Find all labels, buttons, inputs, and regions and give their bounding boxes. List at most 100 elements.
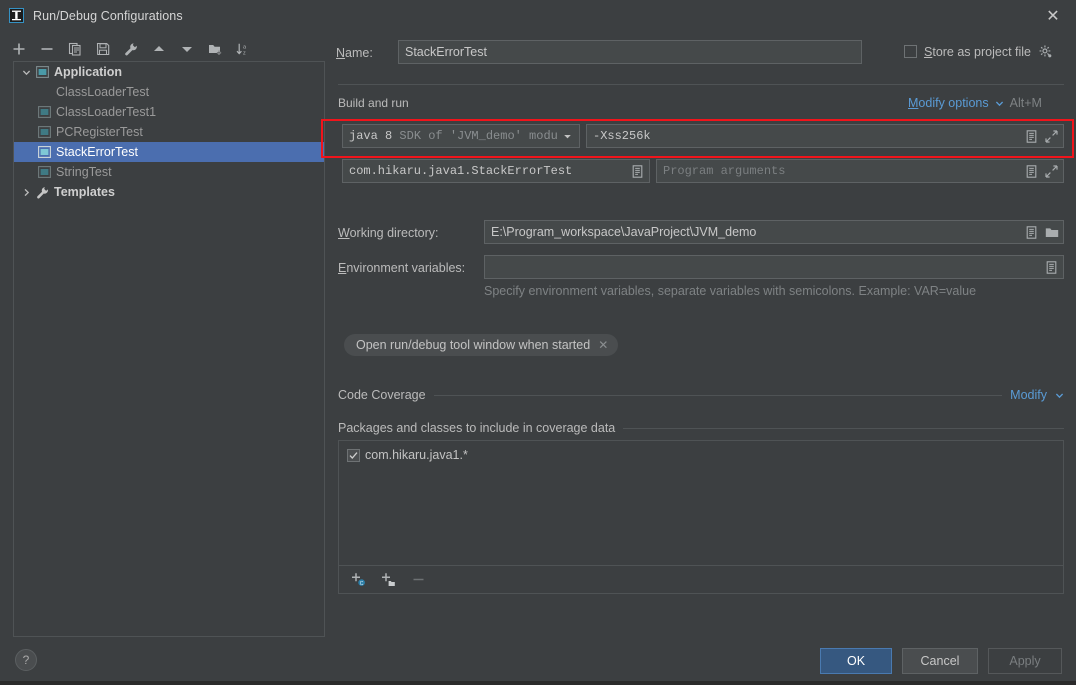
application-icon [36,164,52,180]
window-bottom-edge [0,681,1076,685]
ok-button[interactable]: OK [820,648,892,674]
application-icon [36,124,52,140]
name-input[interactable]: StackErrorTest [398,40,862,64]
coverage-patterns-list[interactable]: com.hikaru.java1.* [338,440,1064,566]
chevron-down-icon[interactable] [995,99,1004,108]
save-configuration-button[interactable] [94,40,112,58]
close-icon[interactable]: ✕ [598,338,608,352]
name-input-value: StackErrorTest [405,45,487,59]
configuration-editor: Name: StackErrorTest Store as project fi… [336,36,1064,636]
application-icon [36,104,52,120]
coverage-packages-title: Packages and classes to include in cover… [338,421,616,435]
application-icon [34,64,50,80]
remove-configuration-button[interactable] [38,40,56,58]
code-coverage-header: Code Coverage Modify [338,388,1064,402]
configurations-toolbar: a z [10,36,320,62]
name-label: Name: [336,46,373,60]
main-class-input[interactable]: com.hikaru.java1.StackErrorTest [342,159,650,183]
code-coverage-title: Code Coverage [338,388,426,402]
move-up-button[interactable] [150,40,168,58]
modify-options-link[interactable]: Modify options [908,96,989,110]
coverage-item-label: com.hikaru.java1.* [365,448,468,462]
add-configuration-button[interactable] [10,40,28,58]
vm-options-input[interactable]: -Xss256k [586,124,1064,148]
sort-configurations-button[interactable]: a z [234,40,252,58]
open-tool-window-chip[interactable]: Open run/debug tool window when started … [344,334,619,356]
new-folder-button[interactable] [206,40,224,58]
chevron-down-icon[interactable] [1055,391,1064,400]
configurations-tree[interactable]: Application ClassLoaderTest ClassLoaderT… [13,61,325,637]
header-divider [433,394,1003,396]
tree-item-label: StringTest [56,165,112,179]
coverage-packages-header: Packages and classes to include in cover… [338,421,1064,435]
editor-popup-icon[interactable] [1024,164,1039,179]
tree-item-pcregistertest[interactable]: PCRegisterTest [14,122,324,142]
copy-configuration-button[interactable] [66,40,84,58]
chevron-right-icon[interactable] [20,186,33,199]
environment-variables-input[interactable] [484,255,1064,279]
tree-item-label: ClassLoaderTest [56,85,150,99]
window-title: Run/Debug Configurations [33,8,183,23]
build-and-run-title: Build and run [338,96,409,110]
coverage-list-toolbar: C [338,566,1064,594]
section-divider [338,84,1064,85]
tree-item-stringtest[interactable]: StringTest [14,162,324,182]
vm-options-value: -Xss256k [593,129,651,143]
macros-icon[interactable] [1024,225,1039,240]
move-down-button[interactable] [178,40,196,58]
intellij-idea-icon [8,8,24,24]
working-directory-label: Working directory: [338,226,439,240]
svg-text:C: C [359,581,363,587]
tree-item-stackerrortest[interactable]: StackErrorTest [14,142,324,162]
folder-browse-icon[interactable] [1044,225,1059,240]
tree-item-classloadertest1[interactable]: ClassLoaderTest1 [14,102,324,122]
browse-class-icon[interactable] [630,164,645,179]
chip-label: Open run/debug tool window when started [356,338,591,352]
svg-text:z: z [243,50,246,56]
remove-pattern-button[interactable] [409,571,427,589]
code-coverage-modify-link[interactable]: Modify [1010,388,1047,402]
title-bar: Run/Debug Configurations ✕ [0,0,1076,31]
add-class-icon[interactable]: C [349,571,367,589]
chevron-down-icon[interactable] [20,66,33,79]
header-divider [623,427,1064,429]
expand-icon[interactable] [1044,129,1059,144]
environment-variables-hint: Specify environment variables, separate … [484,284,977,298]
run-debug-configurations-dialog: Run/Debug Configurations ✕ a z Applicati… [0,0,1076,685]
jre-selector[interactable]: java 8 SDK of 'JVM_demo' modul [342,124,580,148]
expand-icon[interactable] [1044,164,1059,179]
store-as-project-file-checkbox[interactable] [904,45,917,58]
environment-variables-label: Environment variables: [338,261,466,275]
list-item[interactable]: com.hikaru.java1.* [339,441,1063,462]
name-label-text: ame: [345,46,373,60]
close-icon[interactable]: ✕ [1030,0,1076,31]
program-arguments-input[interactable]: Program arguments [656,159,1064,183]
jre-value: java 8 [349,129,393,143]
working-directory-value: E:\Program_workspace\JavaProject\JVM_dem… [491,225,757,239]
tree-item-label: StackErrorTest [56,145,138,159]
add-package-icon[interactable] [379,571,397,589]
tree-item-label: PCRegisterTest [56,125,143,139]
store-as-project-file-row[interactable]: Store as project file [904,44,1053,59]
main-class-value: com.hikaru.java1.StackErrorTest [349,164,573,178]
editor-popup-icon[interactable] [1024,129,1039,144]
tree-item-classloadertest[interactable]: ClassLoaderTest [14,82,324,102]
application-icon [36,144,52,160]
modify-options-shortcut: Alt+M [1009,96,1042,110]
wrench-icon [34,184,50,200]
tree-item-label: ClassLoaderTest1 [56,105,157,119]
cancel-button[interactable]: Cancel [902,648,978,674]
tree-item-label: Application [54,65,123,79]
tree-item-label: Templates [54,185,115,199]
help-button[interactable]: ? [15,649,37,671]
env-vars-dialog-icon[interactable] [1044,260,1059,275]
modify-options-row[interactable]: Modify options Alt+M [908,96,1042,110]
tree-item-application[interactable]: Application [14,62,324,82]
chevron-down-icon[interactable] [560,129,575,144]
gear-icon[interactable] [1038,44,1053,59]
edit-templates-button[interactable] [122,40,140,58]
working-directory-input[interactable]: E:\Program_workspace\JavaProject\JVM_dem… [484,220,1064,244]
tree-item-templates[interactable]: Templates [14,182,324,202]
apply-button: Apply [988,648,1062,674]
coverage-item-checkbox[interactable] [347,448,360,462]
